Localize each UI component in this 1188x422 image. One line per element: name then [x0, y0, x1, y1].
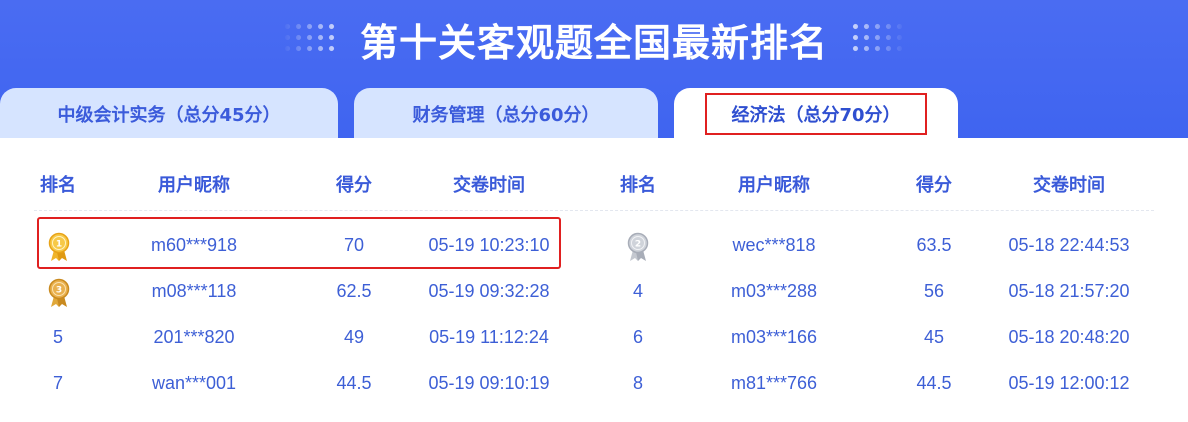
score-cell: 63.5 [916, 235, 952, 255]
highlight-box-first-place [37, 217, 561, 269]
score-cell: 45 [923, 327, 945, 347]
time-cell: 05-19 09:10:19 [428, 373, 550, 393]
bronze-medal-icon: 3 [48, 278, 70, 307]
header-nickname-right: 用户昵称 [738, 175, 810, 196]
score-cell: 44.5 [916, 373, 952, 393]
header-score-left: 得分 [336, 175, 372, 196]
dots-decoration-right [850, 21, 906, 57]
dots-decoration-left [281, 21, 338, 57]
header-rank-left: 排名 [40, 175, 76, 196]
tab-economic-law[interactable]: 经济法（总分70分） [674, 88, 958, 140]
score-cell: 62.5 [336, 281, 372, 301]
header-divider [34, 210, 1154, 211]
rank-cell: 5 [52, 327, 64, 347]
nickname-cell: wec***818 [732, 235, 816, 255]
nickname-cell: m03***288 [730, 281, 818, 301]
nickname-cell: 201***820 [153, 327, 235, 347]
score-cell: 44.5 [336, 373, 372, 393]
rank-cell: 6 [632, 327, 644, 347]
tab-accounting[interactable]: 中级会计实务（总分45分） [0, 88, 338, 140]
tab-label: 中级会计实务（总分45分） [57, 105, 281, 126]
tab-label: 财务管理（总分60分） [412, 105, 600, 126]
time-cell: 05-19 11:12:24 [429, 327, 549, 347]
time-cell: 05-18 20:48:20 [1008, 327, 1130, 347]
rank-cell: 8 [632, 373, 644, 393]
score-cell: 56 [923, 281, 945, 301]
header-time-right: 交卷时间 [1033, 175, 1105, 196]
time-cell: 05-19 12:00:12 [1008, 373, 1130, 393]
tab-label: 经济法（总分70分） [705, 93, 927, 135]
silver-medal-icon: 2 [627, 232, 649, 261]
svg-text:2: 2 [635, 240, 641, 250]
nickname-cell: m03***166 [730, 327, 818, 347]
time-cell: 05-19 09:32:28 [428, 281, 550, 301]
score-cell: 49 [343, 327, 365, 347]
title-bar: 第十关客观题全国最新排名 [0, 10, 1188, 68]
nickname-cell: wan***001 [151, 373, 237, 393]
rank-cell: 4 [632, 281, 644, 301]
header-rank-right: 排名 [620, 175, 656, 196]
header-score-right: 得分 [916, 175, 952, 196]
time-cell: 05-18 22:44:53 [1008, 235, 1130, 255]
time-cell: 05-18 21:57:20 [1008, 281, 1130, 301]
rank-cell: 7 [52, 373, 64, 393]
header-time-left: 交卷时间 [453, 175, 525, 196]
page-title: 第十关客观题全国最新排名 [359, 20, 828, 65]
nickname-cell: m81***766 [730, 373, 818, 393]
tab-financial-management[interactable]: 财务管理（总分60分） [354, 88, 658, 140]
header-nickname-left: 用户昵称 [158, 175, 230, 196]
nickname-cell: m08***118 [151, 281, 237, 301]
svg-text:3: 3 [56, 286, 62, 296]
